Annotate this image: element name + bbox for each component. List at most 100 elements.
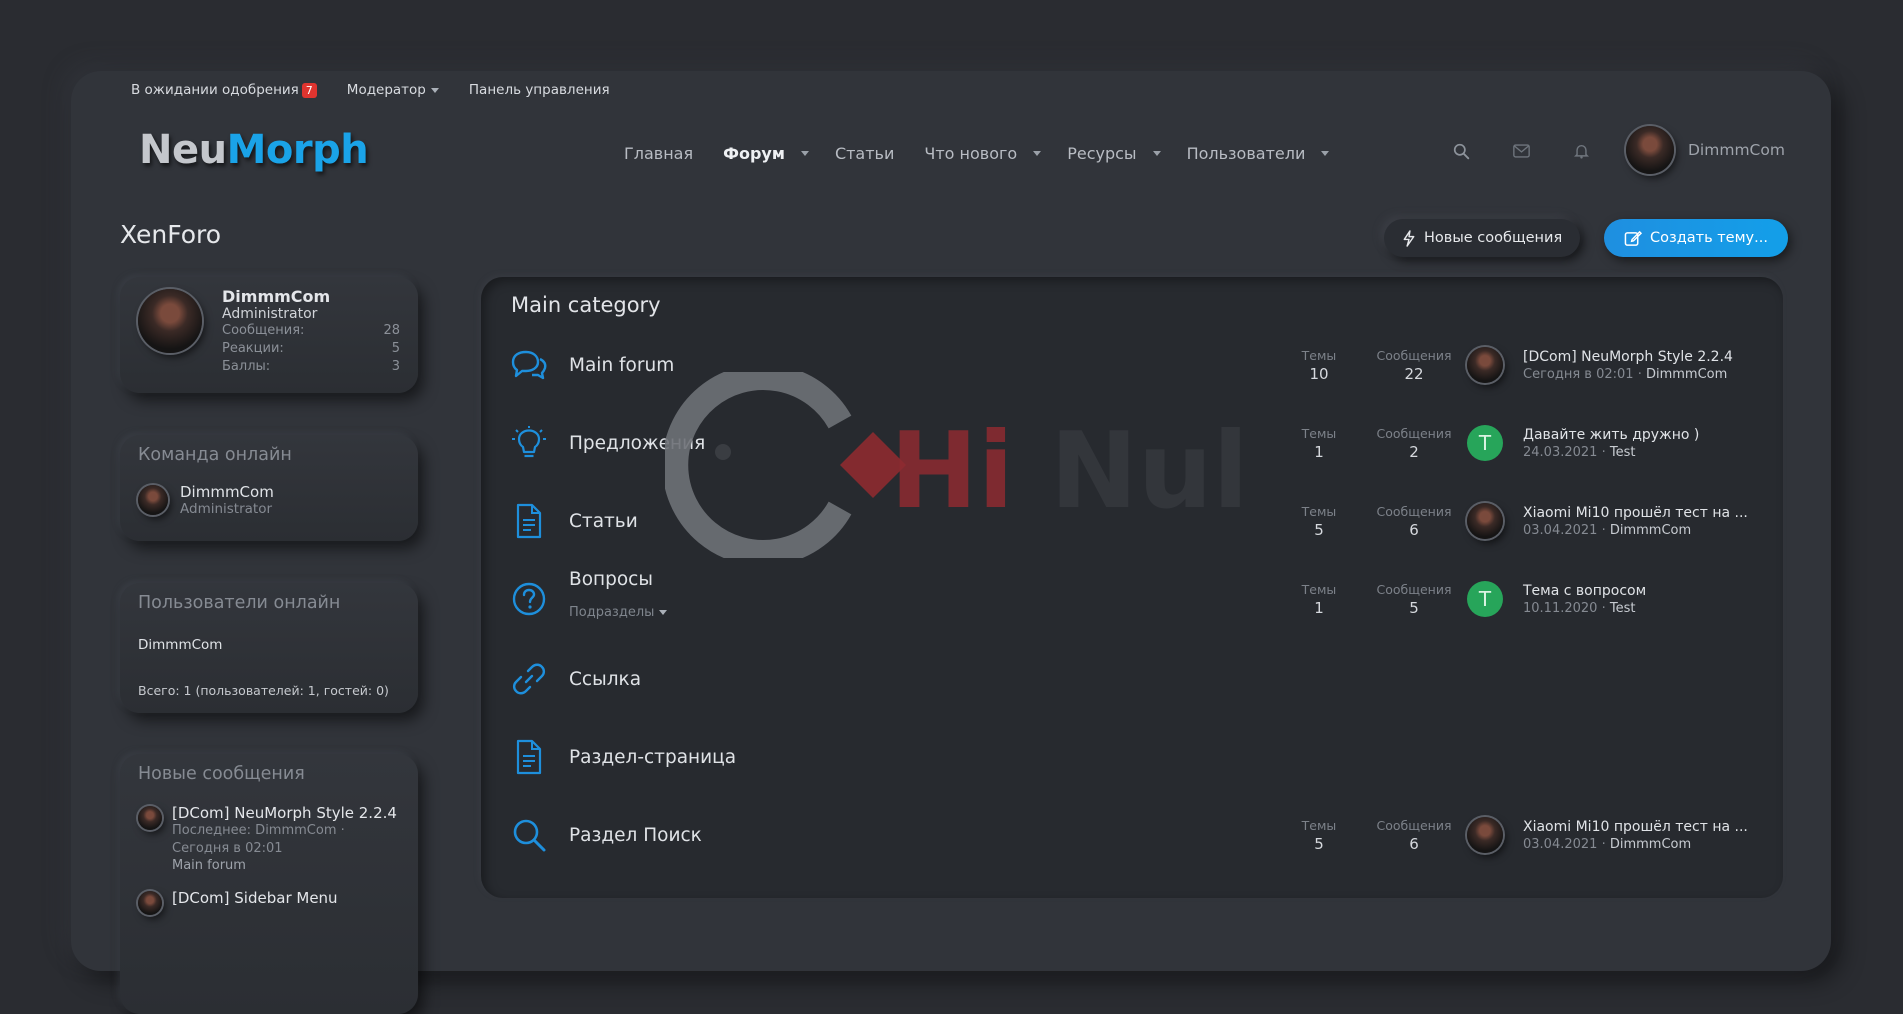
forum-node: Предложения Темы 1 Сообщения 2 T Давайте ж…	[509, 411, 1759, 475]
staff-member-name[interactable]: DimmmCom	[180, 483, 274, 501]
staff-online-card: Команда онлайн DimmmCom Administrator	[120, 435, 418, 541]
moderator-label: Модератор	[346, 82, 426, 98]
forum-title-link[interactable]: Раздел-страница	[569, 747, 736, 768]
last-post-title-link[interactable]: Xiaomi Mi10 прошёл тест на ...	[1523, 819, 1748, 835]
post-title-link[interactable]: [DCom] NeuMorph Style 2.2.4	[172, 804, 397, 822]
nav-forum-label: Форум	[723, 144, 785, 163]
new-posts-title: Новые сообщения	[138, 764, 305, 784]
nav-whats-new-label: Что нового	[924, 144, 1018, 163]
avatar[interactable]: T	[1467, 425, 1503, 461]
site-logo[interactable]: NeuMorph	[139, 127, 369, 173]
last-post-title-link[interactable]: [DCom] NeuMorph Style 2.2.4	[1523, 349, 1733, 365]
staff-member: DimmmCom Administrator	[138, 483, 400, 517]
create-thread-button[interactable]: Создать тему...	[1604, 219, 1788, 257]
forum-node: Статьи Темы 5 Сообщения 6 Xiaomi Mi10 прош…	[509, 489, 1759, 553]
threads-stat: Темы 10	[1301, 347, 1337, 383]
nav-members[interactable]: Пользователи	[1187, 144, 1330, 163]
stat-messages: Сообщения: 28	[222, 323, 400, 338]
moderator-menu[interactable]: Модератор	[347, 82, 439, 98]
page-title: XenForo	[120, 220, 222, 249]
forum-title-link[interactable]: Статьи	[569, 511, 638, 532]
stat-reactions: Реакции: 5	[222, 341, 400, 356]
document-icon	[509, 501, 549, 541]
profile-info: DimmmCom Administrator Сообщения: 28 Реак…	[222, 287, 400, 383]
avatar[interactable]	[138, 289, 202, 353]
avatar[interactable]	[1467, 503, 1503, 539]
new-posts-button[interactable]: Новые сообщения	[1384, 219, 1581, 257]
forum-title-link[interactable]: Main forum	[569, 355, 674, 376]
bell-icon[interactable]	[1571, 141, 1591, 161]
envelope-icon[interactable]	[1511, 141, 1531, 161]
last-post: Xiaomi Mi10 прошёл тест на ... 03.04.2021…	[1467, 503, 1748, 539]
forum-title-link[interactable]: Вопросы	[569, 569, 653, 590]
admin-panel-link[interactable]: Панель управления	[469, 82, 610, 98]
nav-home[interactable]: Главная	[624, 144, 693, 163]
question-circle-icon	[509, 579, 549, 619]
category-title[interactable]: Main category	[511, 293, 661, 317]
search-icon	[509, 815, 549, 855]
forum-node: Ссылка	[509, 647, 1759, 711]
threads-stat: Темы 5	[1301, 503, 1337, 539]
header-icons	[1451, 141, 1591, 161]
approval-queue-link[interactable]: В ожидании одобрения 7	[131, 82, 317, 98]
create-thread-label: Создать тему...	[1650, 230, 1768, 246]
chevron-down-icon[interactable]	[1152, 151, 1161, 156]
post-title-link[interactable]: [DCom] Sidebar Menu	[172, 889, 338, 907]
edit-icon	[1624, 230, 1642, 246]
last-post-title-link[interactable]: Тема с вопросом	[1523, 583, 1646, 599]
chat-bubbles-icon	[509, 345, 549, 385]
link-icon	[509, 659, 549, 699]
avatar[interactable]: T	[1467, 581, 1503, 617]
last-post-meta: 24.03.2021 · Test	[1523, 444, 1636, 460]
avatar[interactable]	[138, 891, 162, 915]
post-forum-link[interactable]: Main forum	[172, 858, 397, 873]
avatar[interactable]	[1467, 817, 1503, 853]
chevron-down-icon[interactable]	[1033, 151, 1042, 156]
nav-whats-new[interactable]: Что нового	[924, 144, 1042, 163]
new-posts-card: Новые сообщения [DCom] NeuMorph Style 2.…	[120, 754, 418, 1014]
chevron-down-icon[interactable]	[1321, 151, 1330, 156]
messages-stat: Сообщения 22	[1376, 347, 1452, 383]
forum-node: Раздел Поиск Темы 5 Сообщения 6 Xiaomi Mi1…	[509, 803, 1759, 867]
post-date: Сегодня в 02:01	[172, 841, 283, 856]
forum-title-link[interactable]: Ссылка	[569, 669, 641, 690]
nav-articles[interactable]: Статьи	[835, 144, 894, 163]
last-post: Xiaomi Mi10 прошёл тест на ... 03.04.2021…	[1467, 817, 1748, 853]
nav-members-label: Пользователи	[1186, 144, 1306, 163]
avatar[interactable]	[138, 806, 162, 830]
approval-count-badge: 7	[301, 83, 317, 98]
account-username: DimmmCom	[1688, 141, 1785, 159]
last-post-title-link[interactable]: Давайте жить дружно )	[1523, 427, 1699, 443]
subforums-toggle[interactable]: Подразделы	[569, 605, 668, 620]
staff-member-role: Administrator	[180, 501, 273, 517]
profile-username[interactable]: DimmmCom	[222, 287, 400, 306]
account-menu[interactable]: DimmmCom	[1626, 126, 1785, 174]
messages-stat: Сообщения 5	[1376, 581, 1452, 617]
avatar[interactable]	[1467, 347, 1503, 383]
last-post-title-link[interactable]: Xiaomi Mi10 прошёл тест на ...	[1523, 505, 1748, 521]
forum-node: Раздел-страница	[509, 725, 1759, 789]
online-member-link[interactable]: DimmmCom	[138, 637, 400, 653]
forum-title-link[interactable]: Раздел Поиск	[569, 825, 702, 846]
last-post: T Давайте жить дружно ) 24.03.2021 · Test	[1467, 425, 1699, 461]
staff-online-title: Команда онлайн	[138, 445, 292, 465]
last-post: T Тема с вопросом 10.11.2020 · Test	[1467, 581, 1646, 617]
chevron-down-icon	[659, 610, 668, 615]
avatar[interactable]	[138, 485, 168, 515]
last-post-meta: 03.04.2021 · DimmmCom	[1523, 836, 1692, 852]
list-item: [DCom] NeuMorph Style 2.2.4 Последнее: D…	[138, 804, 400, 873]
forum-title-link[interactable]: Предложения	[569, 433, 705, 454]
chevron-down-icon	[430, 87, 439, 93]
category-block: Main category Main forum Темы 10 Сообщени…	[481, 277, 1783, 898]
profile-role: Administrator	[222, 306, 318, 322]
messages-stat: Сообщения 2	[1376, 425, 1452, 461]
nav-resources[interactable]: Ресурсы	[1067, 144, 1161, 163]
threads-stat: Темы 5	[1301, 817, 1337, 853]
document-icon	[509, 737, 549, 777]
messages-stat: Сообщения 6	[1376, 503, 1452, 539]
messages-stat: Сообщения 6	[1376, 817, 1452, 853]
nav-forum[interactable]: Форум	[723, 144, 809, 163]
search-icon[interactable]	[1451, 141, 1471, 161]
last-post-meta: Сегодня в 02:01 · DimmmCom	[1523, 366, 1728, 382]
chevron-down-icon[interactable]	[800, 151, 809, 156]
